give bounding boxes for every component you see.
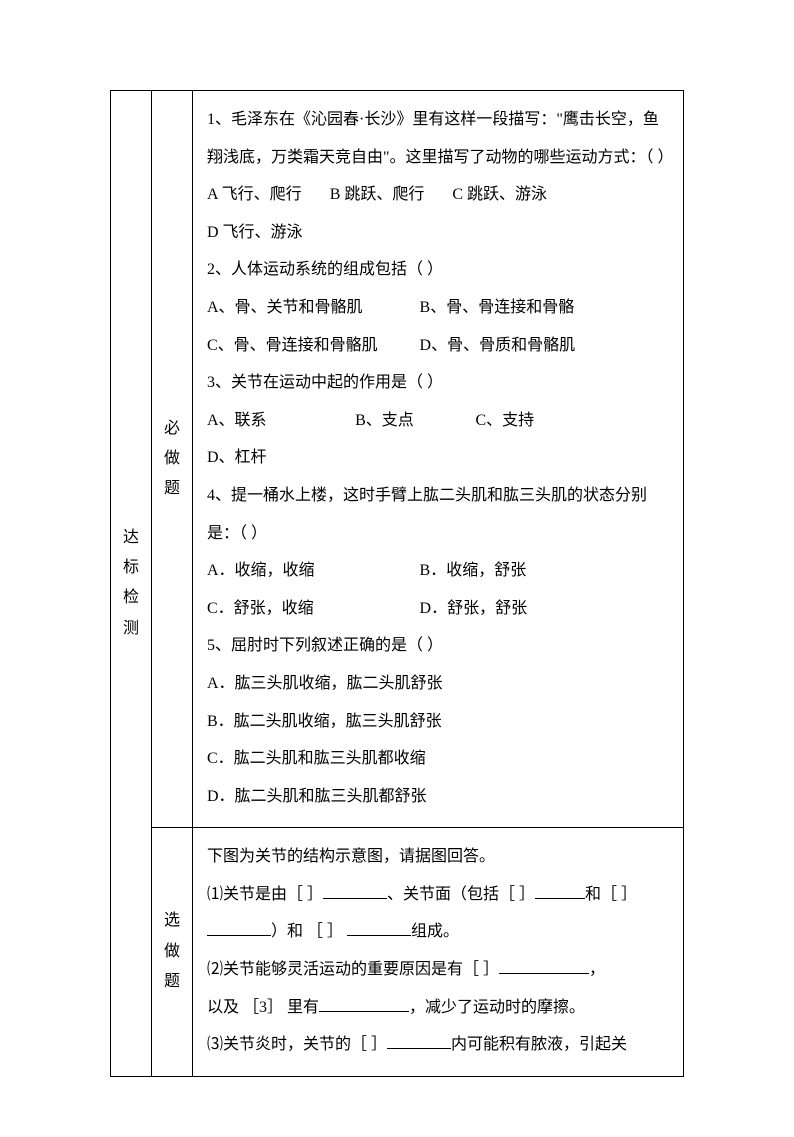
opt-p2c: 以及 ［3］ 里有 [207,999,319,1016]
q1-optD: D 飞行、游泳 [207,214,303,252]
fill-blank[interactable] [387,1032,451,1049]
section-char: 检 [115,583,147,613]
fill-blank[interactable] [323,882,387,899]
opt-p3b: 内可能积有脓液，引起关 [451,1036,627,1053]
fill-blank[interactable] [319,995,409,1012]
fill-blank[interactable] [347,919,411,936]
opt-p3a: ⑶关节炎时，关节的［ ］ [207,1036,387,1053]
optional-char: 题 [156,967,188,997]
q1-stem: 1、毛泽东在《沁园春·长沙》里有这样一段描写："鹰击长空，鱼翔浅底，万类霜天竞自… [207,101,669,176]
opt-q3: ⑶关节炎时，关节的［ ］ 内可能积有脓液，引起关 [207,1026,669,1064]
mandatory-char: 做 [156,444,188,474]
mandatory-label-cell: 必 做 题 [152,91,193,828]
q1-optA: A 飞行、爬行 [207,176,302,214]
q3-options: A、联系 B、支点 C、支持 D、杠杆 [207,402,669,477]
q3-optA: A、联系 [207,402,327,440]
mandatory-char: 必 [156,414,188,444]
q5-optB: B．肱二头肌收缩，肱三头肌舒张 [207,703,669,741]
question-4: 4、提一桶水上楼，这时手臂上肱二头肌和肱三头肌的状态分别是：（ ） A．收缩，收… [207,477,669,627]
q4-optD: D．舒张，舒张 [420,590,633,628]
q4-options-row2: C．舒张，收缩 D．舒张，舒张 [207,590,669,628]
page: 达 标 检 测 必 做 题 1、毛泽东在《沁园春·长沙》里有这样一段描写："鹰击… [0,0,794,1137]
mandatory-char: 题 [156,474,188,504]
mandatory-content: 1、毛泽东在《沁园春·长沙》里有这样一段描写："鹰击长空，鱼翔浅底，万类霜天竞自… [193,91,684,828]
fill-blank[interactable] [535,882,585,899]
q2-stem: 2、人体运动系统的组成包括（ ） [207,251,669,289]
opt-q2: ⑵关节能够灵活运动的重要原因是有［ ］ ， [207,951,669,989]
q5-optC: C．肱二头肌和肱三头肌都收缩 [207,740,669,778]
section-label-cell: 达 标 检 测 [111,91,152,1077]
opt-p1a: ⑴关节是由［ ］ [207,886,323,903]
q4-optB: B．收缩，舒张 [420,552,633,590]
q4-optC: C．舒张，收缩 [207,590,420,628]
section-char: 达 [115,523,147,553]
q2-optD: D、骨、骨质和骨骼肌 [420,327,633,365]
q3-optC: C、支持 [476,402,587,440]
q1-optC: C 跳跃、游泳 [452,176,547,214]
fill-blank[interactable] [499,957,589,974]
q3-stem: 3、关节在运动中起的作用是（ ） [207,364,669,402]
q2-options-row1: A、骨、关节和骨骼肌 B、骨、骨连接和骨骼 [207,289,669,327]
question-2: 2、人体运动系统的组成包括（ ） A、骨、关节和骨骼肌 B、骨、骨连接和骨骼 C… [207,251,669,364]
fill-blank[interactable] [207,919,271,936]
q4-options-row1: A．收缩，收缩 B．收缩，舒张 [207,552,669,590]
optional-content: 下图为关节的结构示意图，请据图回答。 ⑴关节是由［ ］ 、关节面（包括［ ］ 和［ … [193,828,684,1077]
section-char: 标 [115,553,147,583]
q1-options: A 飞行、爬行 B 跳跃、爬行 C 跳跃、游泳 D 飞行、游泳 [207,176,669,251]
opt-q1: ⑴关节是由［ ］ 、关节面（包括［ ］ 和［ ］ ）和 ［ ］ 组成。 [207,876,669,951]
q2-options-row2: C、骨、骨连接和骨骼肌 D、骨、骨质和骨骼肌 [207,327,669,365]
opt-p1e: 组成。 [411,923,459,940]
section-char: 测 [115,614,147,644]
opt-p2a: ⑵关节能够灵活运动的重要原因是有［ ］ [207,961,499,978]
opt-p1b: 、关节面（包括［ ］ [387,886,535,903]
opt-p1c: 和［ ］ [585,886,637,903]
q4-optA: A．收缩，收缩 [207,552,420,590]
q1-optB: B 跳跃、爬行 [330,176,425,214]
optional-char: 做 [156,937,188,967]
worksheet-table: 达 标 检 测 必 做 题 1、毛泽东在《沁园春·长沙》里有这样一段描写："鹰击… [110,90,684,1077]
q2-optC: C、骨、骨连接和骨骼肌 [207,327,420,365]
optional-label-cell: 选 做 题 [152,828,193,1077]
optional-char: 选 [156,906,188,936]
q2-optB: B、骨、骨连接和骨骼 [420,289,633,327]
opt-intro: 下图为关节的结构示意图，请据图回答。 [207,838,669,876]
opt-q2b: 以及 ［3］ 里有 ，减少了运动时的摩擦。 [207,989,669,1027]
opt-p2d: ，减少了运动时的摩擦。 [409,999,585,1016]
q5-options: A．肱三头肌收缩，肱二头肌舒张 B．肱二头肌收缩，肱三头肌舒张 C．肱二头肌和肱… [207,665,669,815]
question-5: 5、屈肘时下列叙述正确的是（ ） A．肱三头肌收缩，肱二头肌舒张 B．肱二头肌收… [207,627,669,815]
opt-p2b: ， [589,961,605,978]
q5-optD: D．肱二头肌和肱三头肌都舒张 [207,778,669,816]
q5-optA: A．肱三头肌收缩，肱二头肌舒张 [207,665,669,703]
question-3: 3、关节在运动中起的作用是（ ） A、联系 B、支点 C、支持 D、杠杆 [207,364,669,477]
q3-optD: D、杠杆 [207,439,267,477]
opt-p1d: ）和 ［ ］ [271,923,347,940]
q3-optB: B、支点 [355,402,447,440]
q4-stem: 4、提一桶水上楼，这时手臂上肱二头肌和肱三头肌的状态分别是：（ ） [207,477,669,552]
question-1: 1、毛泽东在《沁园春·长沙》里有这样一段描写："鹰击长空，鱼翔浅底，万类霜天竞自… [207,101,669,251]
q5-stem: 5、屈肘时下列叙述正确的是（ ） [207,627,669,665]
q2-optA: A、骨、关节和骨骼肌 [207,289,420,327]
